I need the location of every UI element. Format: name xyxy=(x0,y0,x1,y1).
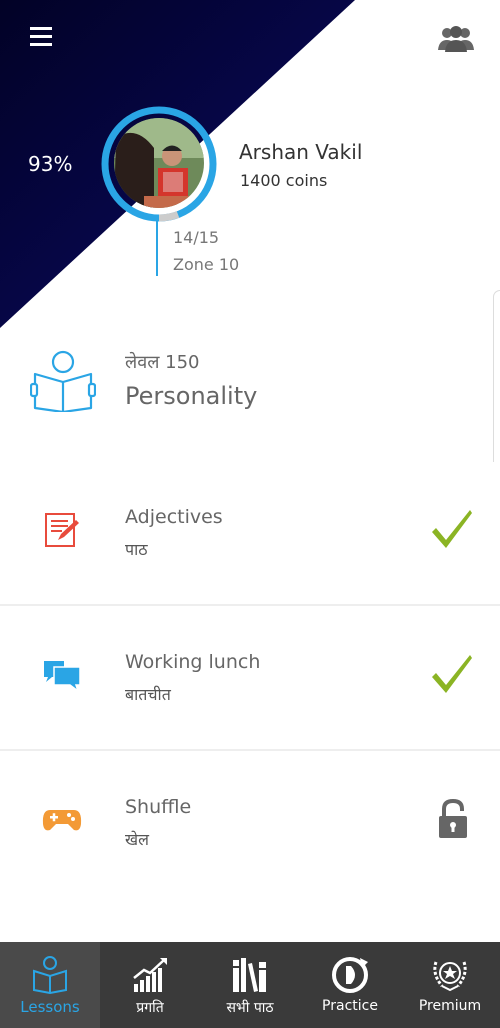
nav-practice[interactable]: Practice xyxy=(300,942,400,1028)
zone-label: Zone 10 xyxy=(173,255,240,274)
profile-header: 93% Arshan Vakil 1400 coins 14/15 Zone 1… xyxy=(0,0,500,330)
checkmark-icon xyxy=(430,508,474,550)
header-diagonal-background xyxy=(0,0,355,328)
lesson-type: खेल xyxy=(125,830,149,849)
chat-bubbles-icon xyxy=(42,655,82,695)
lesson-row-working-lunch[interactable]: Working lunch बातचीत xyxy=(0,607,500,747)
nav-all-lessons[interactable]: सभी पाठ xyxy=(200,942,300,1028)
nav-label: प्रगति xyxy=(136,1000,164,1016)
row-divider xyxy=(0,604,500,606)
lesson-row-shuffle[interactable]: Shuffle खेल xyxy=(0,752,500,892)
level-number: लेवल 150 xyxy=(125,352,200,373)
user-name: Arshan Vakil xyxy=(239,140,363,164)
nav-premium[interactable]: Premium xyxy=(400,942,500,1028)
nav-label: Practice xyxy=(322,998,378,1014)
bar-chart-icon xyxy=(133,958,167,992)
overall-progress-percent: 93% xyxy=(28,152,73,176)
laurel-star-icon xyxy=(433,961,467,992)
lesson-title: Working lunch xyxy=(125,651,261,673)
nav-lessons[interactable]: Lessons xyxy=(0,942,100,1028)
row-divider xyxy=(0,749,500,751)
nav-label: सभी पाठ xyxy=(226,1000,274,1016)
lesson-title: Adjectives xyxy=(125,506,223,528)
lesson-title: Shuffle xyxy=(125,796,192,818)
checkmark-icon xyxy=(430,653,474,695)
notebook-pencil-icon xyxy=(42,510,82,550)
book-reader-icon xyxy=(33,956,67,994)
level-title: Personality xyxy=(125,382,258,410)
lesson-row-adjectives[interactable]: Adjectives पाठ xyxy=(0,462,500,602)
avatar[interactable] xyxy=(114,118,204,208)
lock-icon xyxy=(436,798,480,840)
nav-label: Lessons xyxy=(20,998,80,1016)
bottom-navigation: Lessons प्रगति सभी पाठ Practice Premium xyxy=(0,942,500,1028)
nav-label: Premium xyxy=(418,998,482,1014)
progress-connector-line xyxy=(156,220,158,276)
group-users-icon[interactable] xyxy=(436,22,476,56)
gamepad-icon xyxy=(42,800,82,840)
lesson-type: बातचीत xyxy=(125,685,171,704)
book-reader-icon xyxy=(29,350,97,414)
coins-count: 1400 coins xyxy=(240,171,328,190)
lesson-progress: 14/15 xyxy=(173,228,220,247)
nav-progress[interactable]: प्रगति xyxy=(100,942,200,1028)
lesson-type: पाठ xyxy=(125,540,148,559)
hamburger-menu-icon[interactable] xyxy=(26,22,56,52)
practice-icon xyxy=(332,957,368,993)
books-icon xyxy=(233,958,266,992)
